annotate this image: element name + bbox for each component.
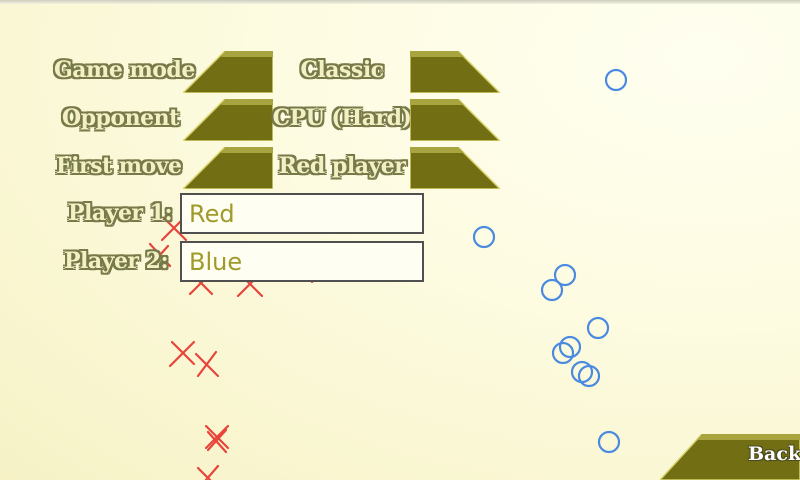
- cross-mark-icon: [206, 428, 228, 454]
- circle-mark-icon: [472, 225, 496, 249]
- first-move-next-button[interactable]: [410, 147, 500, 189]
- player1-name-field[interactable]: Red: [180, 193, 424, 234]
- back-button-label: Back: [748, 443, 800, 465]
- circle-mark-icon: [540, 278, 564, 302]
- opponent-prev-button[interactable]: [183, 99, 273, 141]
- first-move-value: Red player: [278, 153, 406, 179]
- game-mode-label: Game mode: [54, 57, 195, 83]
- circle-mark-icon: [604, 68, 628, 92]
- cross-mark-icon: [196, 464, 220, 480]
- opponent-next-button[interactable]: [410, 99, 500, 141]
- circle-mark-icon: [577, 364, 601, 388]
- cross-mark-icon: [194, 350, 220, 378]
- circle-mark-icon: [586, 316, 610, 340]
- player1-label: Player 1:: [68, 200, 173, 226]
- opponent-value: CPU (Hard): [272, 105, 412, 131]
- player2-name-field[interactable]: Blue: [180, 241, 424, 282]
- player2-label: Player 2:: [64, 248, 169, 274]
- opponent-label: Opponent: [62, 105, 179, 131]
- cross-mark-icon: [204, 424, 230, 450]
- game-mode-prev-button[interactable]: [183, 51, 273, 93]
- first-move-prev-button[interactable]: [183, 147, 273, 189]
- cross-mark-icon: [168, 340, 196, 368]
- game-mode-next-button[interactable]: [410, 51, 500, 93]
- first-move-label: First move: [56, 153, 182, 179]
- circle-mark-icon: [597, 430, 621, 454]
- game-mode-value: Classic: [300, 57, 384, 83]
